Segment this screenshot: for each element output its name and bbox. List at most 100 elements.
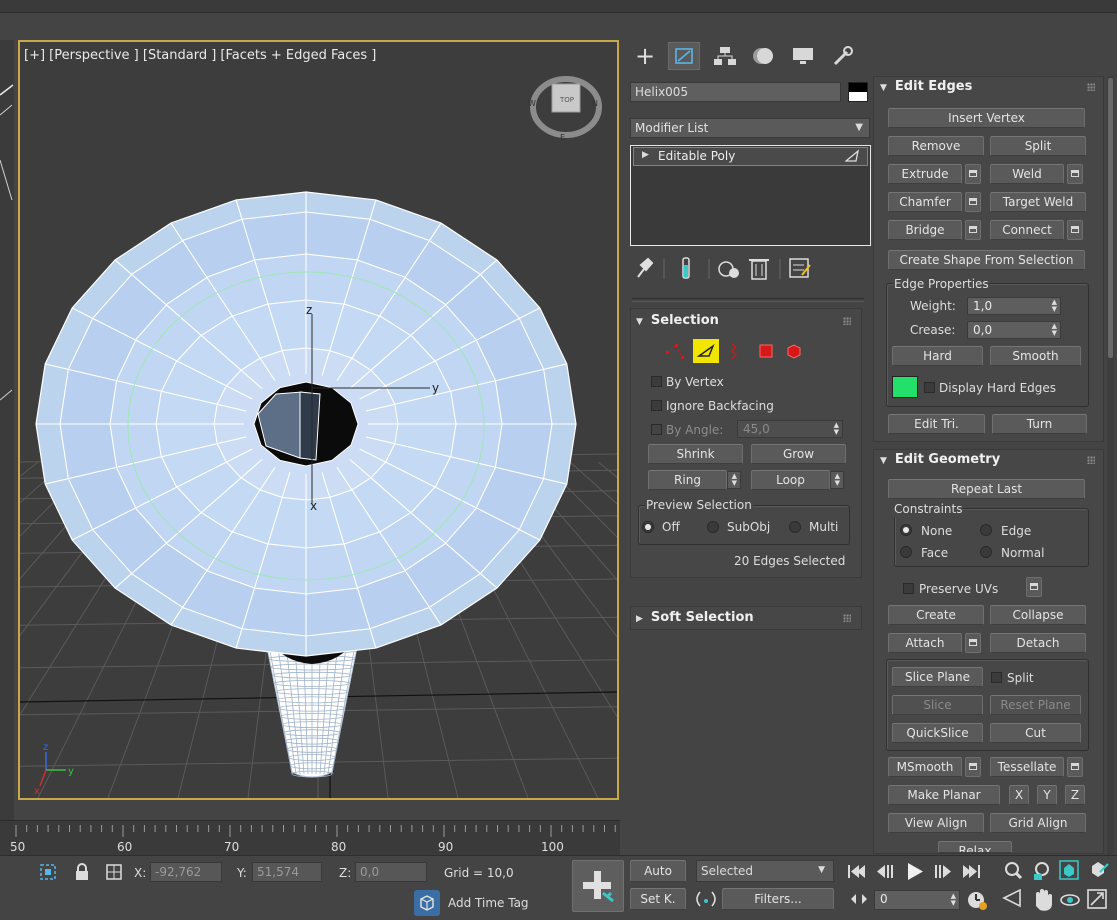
preview-off-radio[interactable] — [642, 521, 654, 533]
pin-stack-icon[interactable] — [637, 257, 654, 278]
previous-frame-icon[interactable] — [877, 865, 893, 878]
orbit-icon[interactable] — [1060, 894, 1080, 906]
field-of-view-icon[interactable] — [1002, 888, 1021, 908]
z-coordinate-field[interactable]: 0,0 — [355, 862, 427, 882]
current-frame-spinner[interactable]: 0 ▲ ▼ — [874, 890, 960, 910]
constraint-edge-radio[interactable] — [980, 524, 992, 536]
crease-spinner[interactable]: 0,0 ▲ ▼ — [967, 321, 1061, 339]
weight-spinner[interactable]: 1,0 ▲ ▼ — [967, 297, 1061, 315]
cut-button[interactable]: Cut — [990, 723, 1081, 743]
vertex-subobject-icon[interactable] — [666, 344, 684, 359]
remove-modifier-icon[interactable] — [749, 259, 769, 280]
remove-button[interactable]: Remove — [888, 136, 984, 156]
split-button[interactable]: Split — [990, 136, 1086, 156]
modify-icon[interactable] — [668, 42, 700, 70]
ring-button[interactable]: Ring — [648, 470, 727, 490]
by-angle-checkbox[interactable] — [651, 424, 662, 435]
time-tag-icon[interactable] — [414, 890, 440, 916]
create-icon[interactable]: + — [630, 44, 660, 70]
shrink-button[interactable]: Shrink — [648, 444, 743, 464]
zoom-extents-all-icon[interactable] — [1092, 862, 1109, 877]
modifier-list-dropdown[interactable]: Modifier List ▼ — [630, 118, 870, 138]
grid-align-button[interactable]: Grid Align — [990, 813, 1086, 833]
by-vertex-checkbox[interactable] — [651, 376, 662, 387]
display-icon[interactable] — [790, 44, 816, 68]
ignore-backfacing-checkbox[interactable] — [651, 400, 662, 411]
y-coordinate-field[interactable]: 51,574 — [252, 862, 322, 882]
split-checkbox[interactable] — [991, 672, 1002, 683]
element-subobject-icon[interactable] — [787, 344, 801, 359]
perspective-viewport[interactable]: z y x TOP N E Wz y x [+] [Perspective ] [Standar… — [18, 40, 619, 800]
viewport-scene[interactable]: z y x TOP N E Wz y x — [20, 42, 617, 798]
attach-settings-button[interactable] — [965, 633, 981, 653]
soft-selection-header[interactable]: ▶ Soft Selection — [636, 608, 754, 628]
attach-button[interactable]: Attach — [888, 633, 962, 653]
planar-y-button[interactable]: Y — [1037, 785, 1057, 805]
timeline-ruler[interactable]: 50 60 70 80 90 100 — [0, 820, 620, 855]
collapse-button[interactable]: Collapse — [990, 605, 1086, 625]
reset-plane-button[interactable]: Reset Plane — [990, 695, 1081, 715]
time-config-icon[interactable] — [966, 889, 988, 914]
hierarchy-icon[interactable] — [712, 44, 738, 68]
rollout-grip[interactable] — [843, 614, 851, 622]
border-subobject-icon[interactable] — [730, 343, 738, 360]
tessellate-settings-button[interactable] — [1067, 757, 1083, 777]
planar-x-button[interactable]: X — [1009, 785, 1029, 805]
target-weld-button[interactable]: Target Weld — [990, 192, 1086, 212]
weld-settings-button[interactable] — [1067, 164, 1083, 184]
constraint-normal-radio[interactable] — [980, 546, 992, 558]
create-button[interactable]: Create — [888, 605, 984, 625]
object-color-swatch[interactable] — [848, 82, 868, 102]
loop-button[interactable]: Loop — [751, 470, 830, 490]
polygon-subobject-icon[interactable] — [759, 344, 773, 358]
bridge-settings-button[interactable] — [965, 220, 981, 240]
constraint-none-radio[interactable] — [900, 524, 912, 536]
pan-view-icon[interactable] — [1036, 889, 1052, 911]
view-align-button[interactable]: View Align — [888, 813, 984, 833]
selection-rollout-header[interactable]: ▼ Selection — [636, 311, 719, 331]
set-key-big-button[interactable] — [572, 860, 624, 912]
key-mode-icon[interactable] — [849, 891, 869, 910]
insert-vertex-button[interactable]: Insert Vertex — [888, 108, 1085, 128]
play-icon[interactable] — [908, 863, 923, 880]
planar-z-button[interactable]: Z — [1065, 785, 1085, 805]
edit-edges-header[interactable]: ▼ Edit Edges — [880, 77, 972, 97]
zoom-extents-icon[interactable] — [1059, 860, 1079, 880]
go-to-end-icon[interactable] — [963, 865, 980, 878]
edit-tri-button[interactable]: Edit Tri. — [888, 414, 985, 434]
ring-spinner[interactable]: ▲ ▼ — [727, 471, 741, 489]
relax-button[interactable]: Relax — [938, 841, 1012, 853]
go-to-start-icon[interactable] — [848, 865, 865, 878]
modifier-stack[interactable]: ▶ Editable Poly — [630, 145, 871, 246]
configure-sets-icon[interactable] — [789, 258, 811, 278]
selection-lock-icon[interactable] — [38, 862, 58, 885]
grow-button[interactable]: Grow — [751, 444, 846, 464]
scrollbar-thumb[interactable] — [1108, 78, 1113, 358]
hard-button[interactable]: Hard — [892, 346, 983, 366]
expand-arrow-icon[interactable]: ▶ — [642, 150, 649, 160]
weld-button[interactable]: Weld — [990, 164, 1064, 184]
by-angle-spinner[interactable]: 45,0 ▲ ▼ — [737, 420, 843, 438]
chamfer-button[interactable]: Chamfer — [888, 192, 962, 212]
zoom-all-icon[interactable] — [1034, 862, 1049, 880]
absolute-mode-icon[interactable] — [105, 863, 123, 884]
viewport-label[interactable]: [+] [Perspective ] [Standard ] [Facets +… — [24, 48, 376, 64]
hard-edge-color-swatch[interactable] — [892, 376, 918, 398]
slice-button[interactable]: Slice — [892, 695, 983, 715]
rollout-grip[interactable] — [1087, 83, 1095, 91]
key-filters-icon[interactable] — [694, 889, 718, 912]
show-end-result-icon[interactable] — [682, 257, 690, 279]
make-planar-button[interactable]: Make Planar — [888, 785, 1000, 805]
auto-key-button[interactable]: Auto — [630, 860, 686, 882]
maximize-viewport-icon[interactable] — [1087, 889, 1107, 909]
slice-plane-button[interactable]: Slice Plane — [892, 667, 983, 687]
quickslice-button[interactable]: QuickSlice — [892, 723, 983, 743]
edit-geometry-header[interactable]: ▼ Edit Geometry — [880, 450, 1000, 470]
motion-icon[interactable] — [750, 44, 776, 68]
make-unique-icon[interactable] — [718, 261, 739, 278]
rollout-grip[interactable] — [1087, 456, 1095, 464]
constraint-face-radio[interactable] — [900, 546, 912, 558]
preview-multi-radio[interactable] — [789, 521, 801, 533]
panel-splitter[interactable] — [632, 298, 864, 302]
object-name-field[interactable]: Helix005 — [630, 82, 841, 102]
